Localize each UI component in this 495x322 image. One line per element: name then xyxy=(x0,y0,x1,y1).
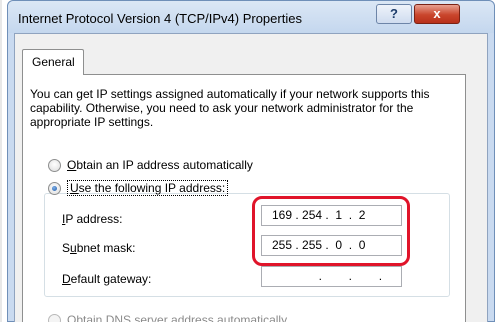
ip-address-label: IP address: xyxy=(62,212,123,226)
default-gateway-label: Default gateway: xyxy=(62,272,152,286)
subnet-mask-label: Subnet mask: xyxy=(62,241,136,255)
obtain-dns-auto-label[interactable]: Obtain DNS server address automatically xyxy=(67,313,287,322)
ip-fields-highlight xyxy=(252,196,410,266)
obtain-ip-auto-radio[interactable] xyxy=(48,158,61,172)
default-gateway-input[interactable]: . . . xyxy=(261,266,402,287)
use-following-ip-label[interactable]: Use the following IP address: xyxy=(67,180,229,196)
obtain-dns-auto-option[interactable]: Obtain DNS server address automatically xyxy=(48,312,287,322)
description-text: You can get IP settings assigned automat… xyxy=(30,87,430,129)
dialog-title: Internet Protocol Version 4 (TCP/IPv4) P… xyxy=(18,11,302,26)
obtain-ip-auto-option[interactable]: Obtain an IP address automatically xyxy=(48,157,253,173)
background-edge xyxy=(0,0,2,322)
title-bar: Internet Protocol Version 4 (TCP/IPv4) P… xyxy=(8,1,494,33)
obtain-ip-auto-label[interactable]: Obtain an IP address automatically xyxy=(67,158,253,172)
obtain-dns-auto-radio[interactable] xyxy=(48,313,61,322)
close-button[interactable]: x xyxy=(414,4,460,24)
use-following-ip-option[interactable]: Use the following IP address: xyxy=(48,180,229,196)
help-button[interactable]: ? xyxy=(376,4,412,24)
tab-general[interactable]: General xyxy=(22,49,84,75)
use-following-ip-radio[interactable] xyxy=(48,181,61,195)
